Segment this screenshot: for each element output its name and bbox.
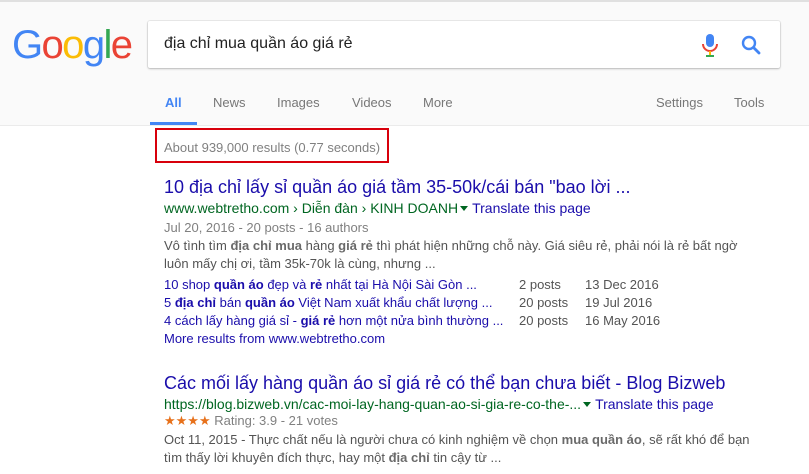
result-snippet-line: Oct 11, 2015 - Thực chất nếu là người ch… <box>164 432 750 447</box>
active-tab-indicator <box>150 122 197 125</box>
dropdown-caret-icon[interactable] <box>583 401 592 407</box>
result-url-text: https://blog.bizweb.vn/cac-moi-lay-hang-… <box>164 396 582 412</box>
tab-news[interactable]: News <box>213 95 246 110</box>
sitelink-2[interactable]: 5 địa chỉ bán quần áo Việt Nam xuất khẩu… <box>164 295 492 310</box>
result-stats: About 939,000 results (0.77 seconds) <box>164 140 381 155</box>
sitelink-posts: 20 posts <box>519 313 569 328</box>
dropdown-caret-icon[interactable] <box>460 205 469 211</box>
result-url-2: https://blog.bizweb.vn/cac-moi-lay-hang-… <box>164 396 714 412</box>
result-rating: ★★★★ Rating: 3.9 - 21 votes <box>164 413 338 429</box>
sitelink-posts: 2 posts <box>519 277 561 292</box>
logo-letter: G <box>12 23 43 67</box>
google-logo[interactable]: Google <box>12 23 133 67</box>
tab-tools[interactable]: Tools <box>734 95 764 110</box>
sitelink-1[interactable]: 10 shop quần áo đẹp và rẻ nhất tại Hà Nộ… <box>164 277 477 292</box>
result-url-text: www.webtretho.com › Diễn đàn › KINH DOAN… <box>164 200 459 216</box>
logo-letter: l <box>103 23 112 67</box>
top-border <box>0 0 809 2</box>
search-query-text[interactable]: địa chỉ mua quần áo giá rẻ <box>164 35 353 53</box>
logo-letter: g <box>82 23 105 67</box>
result-title-2[interactable]: Các mối lấy hàng quần áo sỉ giá rẻ có th… <box>164 373 725 394</box>
tab-videos[interactable]: Videos <box>352 95 392 110</box>
star-rating-icon: ★★★★ <box>164 413 211 428</box>
sitelink-posts: 20 posts <box>519 295 569 310</box>
search-icon[interactable] <box>739 33 763 57</box>
microphone-icon[interactable] <box>698 32 722 58</box>
more-results-link[interactable]: More results from www.webtretho.com <box>164 331 385 346</box>
search-input[interactable]: địa chỉ mua quần áo giá rẻ <box>148 21 780 68</box>
sitelink-3[interactable]: 4 cách lấy hàng giá sỉ - giá rẻ hơn một … <box>164 313 503 328</box>
sitelink-date: 19 Jul 2016 <box>585 295 653 310</box>
tab-more[interactable]: More <box>423 95 453 110</box>
logo-letter: o <box>41 23 64 67</box>
rating-text: Rating: 3.9 - 21 votes <box>214 413 338 428</box>
result-snippet-line: Vô tình tìm địa chỉ mua hàng giá rẻ thì … <box>164 238 738 253</box>
logo-letter: o <box>62 23 84 67</box>
result-url-1: www.webtretho.com › Diễn đàn › KINH DOAN… <box>164 200 591 216</box>
tab-images[interactable]: Images <box>277 95 320 110</box>
tab-all[interactable]: All <box>165 95 182 110</box>
tab-settings[interactable]: Settings <box>656 95 703 110</box>
translate-link[interactable]: Translate this page <box>472 200 591 216</box>
result-title-1[interactable]: 10 địa chỉ lấy sỉ quần áo giá tầm 35-50k… <box>164 177 630 198</box>
sitelink-date: 16 May 2016 <box>585 313 661 328</box>
result-snippet-line: tìm thấy lời khuyên đích thực, hay một đ… <box>164 450 502 465</box>
result-meta-1: Jul 20, 2016 - 20 posts - 16 authors <box>164 220 369 235</box>
logo-letter: e <box>110 23 133 67</box>
sitelink-date: 13 Dec 2016 <box>585 277 659 292</box>
result-snippet-line: luôn mấy chị ơi, tầm 35k-70k là cùng, nh… <box>164 256 436 271</box>
translate-link[interactable]: Translate this page <box>595 396 714 412</box>
